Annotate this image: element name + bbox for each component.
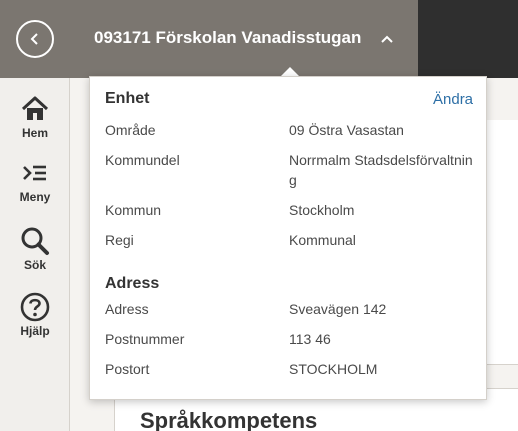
sidebar-item-meny[interactable]: Meny — [0, 162, 70, 204]
unit-title[interactable]: 093171 Förskolan Vanadisstugan — [94, 28, 361, 48]
help-icon — [20, 292, 50, 322]
sidebar-item-hem[interactable]: Hem — [0, 94, 70, 140]
sidebar-item-label: Sök — [23, 258, 46, 272]
sidebar-item-label: Hjälp — [20, 324, 50, 338]
menu-icon — [23, 165, 46, 181]
sidebar-item-label: Hem — [21, 126, 48, 140]
row-value: 09 Östra Vasastan — [289, 122, 404, 138]
edit-link[interactable]: Ändra — [433, 91, 473, 108]
top-header: 093171 Förskolan Vanadisstugan — [0, 0, 418, 78]
unit-info-popover: Enhet Ändra Område 09 Östra Vasastan Kom… — [89, 76, 487, 400]
row-label: Adress — [105, 301, 149, 317]
row-value: Norrmalm Stadsdelsförvaltning — [289, 152, 473, 188]
row-value: Stockholm — [289, 202, 355, 218]
row-value: Sveavägen 142 — [289, 301, 387, 317]
home-icon — [21, 96, 49, 120]
row-label: Postnummer — [105, 331, 185, 347]
row-label: Kommun — [105, 202, 162, 218]
row-value: Kommunal — [289, 232, 356, 248]
row-label: Postort — [105, 361, 150, 377]
unit-heading: Enhet — [105, 90, 150, 107]
row-value: 113 46 — [289, 331, 331, 347]
row-label: Kommundel — [105, 152, 180, 168]
sidebar-item-sok[interactable]: Sök — [0, 226, 70, 272]
row-value: STOCKHOLM — [289, 361, 378, 377]
sidebar: Hem Meny Sök Hjälp — [0, 78, 70, 431]
address-heading: Adress — [105, 275, 160, 292]
search-icon — [21, 227, 49, 255]
chevron-up-icon[interactable] — [378, 30, 396, 48]
sidebar-item-hjalp[interactable]: Hjälp — [0, 292, 70, 338]
row-label: Regi — [105, 232, 134, 248]
section-title: Språkkompetens — [140, 408, 318, 431]
header-dark-area — [418, 0, 518, 78]
chevron-left-icon — [30, 33, 38, 45]
sidebar-item-label: Meny — [19, 190, 51, 204]
row-label: Område — [105, 122, 156, 138]
back-button[interactable] — [16, 20, 54, 58]
